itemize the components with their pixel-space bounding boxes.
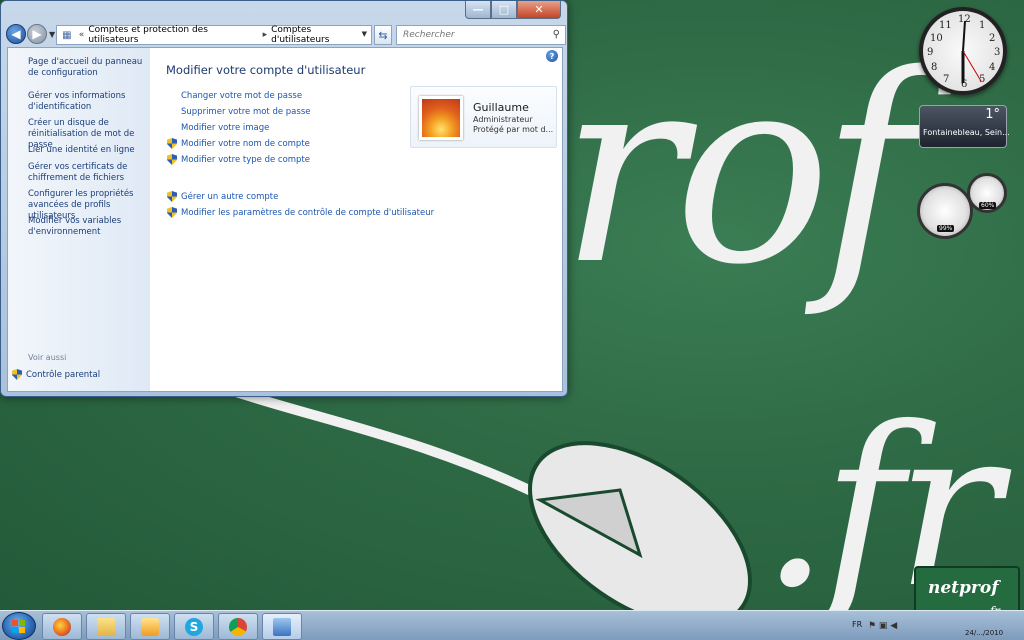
back-arrow-icon: ◀ xyxy=(11,27,21,41)
taskbar-explorer-button[interactable] xyxy=(86,613,126,640)
left-link-env-variables[interactable]: Modifier vos variables d'environnement xyxy=(28,216,148,238)
content-area: Page d'accueil du panneau de configurati… xyxy=(7,47,563,392)
weather-gadget[interactable]: 1° Fontainebleau, Sein... xyxy=(919,105,1010,148)
chrome-icon xyxy=(229,617,247,636)
taskbar-chrome-button[interactable] xyxy=(218,613,258,640)
watermark-brand: netprof xyxy=(928,578,999,598)
taskbar-firefox-button[interactable] xyxy=(42,613,82,640)
uac-shield-icon xyxy=(167,207,177,218)
user-name: Guillaume xyxy=(473,101,529,114)
weather-temperature: 1° xyxy=(985,107,1000,122)
ram-value: 60% xyxy=(979,202,997,209)
address-bar[interactable]: ▦ « Comptes et protection des utilisateu… xyxy=(56,25,372,45)
taskbar-control-panel-button[interactable] xyxy=(262,613,302,640)
left-link-certificates[interactable]: Gérer vos certificats de chiffrement de … xyxy=(28,162,148,184)
help-icon: ? xyxy=(549,51,555,61)
weather-city: Fontainebleau, Sein... xyxy=(923,128,1010,137)
control-panel-icon xyxy=(273,617,291,636)
media-player-icon xyxy=(141,617,159,636)
manage-another-account-link[interactable]: Gérer un autre compte xyxy=(181,192,278,202)
left-link-control-panel-home[interactable]: Page d'accueil du panneau de configurati… xyxy=(28,57,148,79)
forward-arrow-icon: ▶ xyxy=(32,27,42,41)
clock-gadget[interactable]: 12 1 2 3 4 5 6 7 8 9 10 11 xyxy=(919,7,1007,95)
tray-date[interactable]: 24/.../2010 xyxy=(965,629,1003,637)
refresh-icon: ⇆ xyxy=(378,28,388,42)
wallpaper-mouse-art xyxy=(228,385,752,610)
language-indicator[interactable]: FR xyxy=(852,620,862,629)
password-status: Protégé par mot d... xyxy=(473,125,554,134)
parental-control-row[interactable]: Contrôle parental xyxy=(12,369,100,380)
wallpaper-text: rof xyxy=(560,20,917,322)
user-avatar xyxy=(419,96,463,140)
left-link-credentials[interactable]: Gérer vos informations d'identification xyxy=(28,91,148,113)
address-dropdown-icon[interactable]: ▼ xyxy=(362,30,367,38)
skype-icon: S xyxy=(185,617,203,636)
help-button[interactable]: ? xyxy=(546,50,558,62)
remove-password-link[interactable]: Supprimer votre mot de passe xyxy=(181,107,310,117)
change-account-type-link[interactable]: Modifier votre type de compte xyxy=(181,155,310,165)
folder-icon xyxy=(97,617,115,636)
breadcrumb-item[interactable]: Comptes d'utilisateurs xyxy=(271,25,371,45)
uac-settings-link[interactable]: Modifier les paramètres de contrôle de c… xyxy=(181,208,434,218)
forward-button[interactable]: ▶ xyxy=(27,24,47,44)
taskbar-media-player-button[interactable] xyxy=(130,613,170,640)
user-role: Administrateur xyxy=(473,115,533,124)
left-task-pane: Page d'accueil du panneau de configurati… xyxy=(8,48,150,391)
control-panel-icon: ▦ xyxy=(62,29,72,41)
page-title: Modifier votre compte d'utilisateur xyxy=(166,63,366,77)
breadcrumb-overflow[interactable]: « xyxy=(79,30,85,40)
search-input[interactable] xyxy=(403,30,543,40)
close-button[interactable]: ✕ xyxy=(517,1,561,19)
see-also-heading: Voir aussi xyxy=(28,353,67,362)
breadcrumb-separator[interactable]: ▸ xyxy=(263,30,268,40)
caption-buttons: — □ ✕ xyxy=(465,1,561,19)
change-password-link[interactable]: Changer votre mot de passe xyxy=(181,91,302,101)
taskbar-skype-button[interactable]: S xyxy=(174,613,214,640)
parental-control-link[interactable]: Contrôle parental xyxy=(26,370,100,380)
refresh-button[interactable]: ⇆ xyxy=(374,25,392,45)
start-button[interactable] xyxy=(2,612,36,640)
uac-shield-icon xyxy=(167,191,177,202)
uac-shield-icon xyxy=(12,369,22,380)
tray-icons[interactable]: ⚑ ▣ ◀ xyxy=(868,621,897,631)
change-account-name-link[interactable]: Modifier votre nom de compte xyxy=(181,139,310,149)
left-link-online-id[interactable]: Lier une identité en ligne xyxy=(28,145,148,156)
breadcrumb-item[interactable]: Comptes et protection des utilisateurs xyxy=(88,25,258,45)
navigation-bar: ◀ ▶ ▼ ▦ « Comptes et protection des util… xyxy=(6,23,566,45)
windows-logo-icon xyxy=(12,620,26,634)
search-icon[interactable]: ⚲ xyxy=(553,29,560,40)
cpu-value: 99% xyxy=(937,225,955,232)
change-picture-link[interactable]: Modifier votre image xyxy=(181,123,269,133)
firefox-icon xyxy=(53,617,71,636)
user-accounts-window[interactable]: — □ ✕ ◀ ▶ ▼ ▦ « Comptes et protection de… xyxy=(0,0,568,397)
minimize-button[interactable]: — xyxy=(465,1,491,19)
user-account-card: Guillaume Administrateur Protégé par mot… xyxy=(410,86,557,148)
search-box[interactable]: ⚲ xyxy=(396,25,566,45)
uac-shield-icon xyxy=(167,154,177,165)
cpu-meter-gadget[interactable]: 99% 60% xyxy=(917,173,1009,239)
maximize-button[interactable]: □ xyxy=(491,1,517,19)
taskbar: S FR ⚑ ▣ ◀ 24/.../2010 xyxy=(0,610,1024,640)
back-button[interactable]: ◀ xyxy=(6,24,26,44)
clock-hands-icon xyxy=(961,20,982,83)
uac-shield-icon xyxy=(167,138,177,149)
